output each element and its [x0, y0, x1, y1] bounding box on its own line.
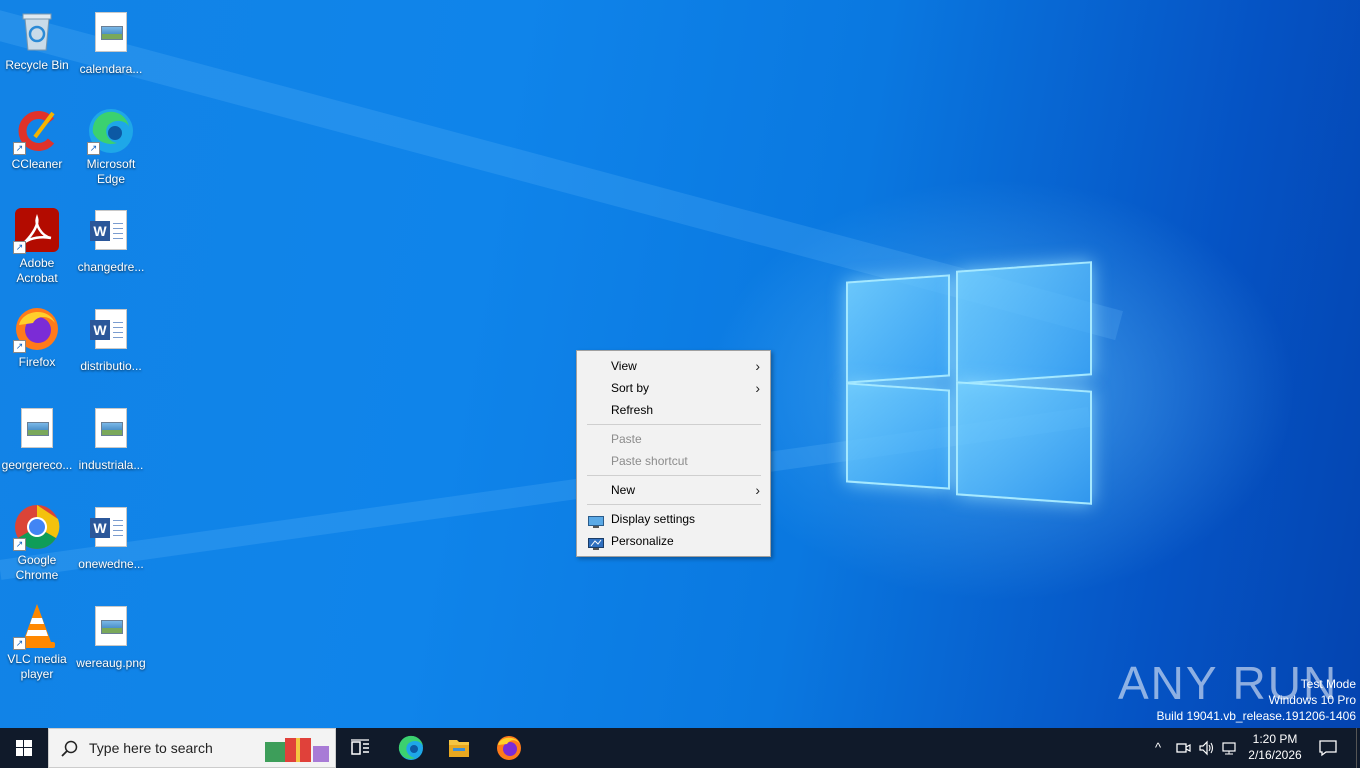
menu-item-label: Personalize [611, 534, 674, 548]
desktop-icon-adobe-acrobat[interactable]: ↗ Adobe Acrobat [0, 206, 74, 286]
desktop-icon-microsoft-edge[interactable]: ↗ Microsoft Edge [74, 107, 148, 187]
menu-item-label: Display settings [611, 512, 696, 526]
firefox-icon: ↗ [13, 305, 61, 353]
desktop-icon-google-chrome[interactable]: ↗ Google Chrome [0, 503, 74, 583]
menu-item-display-settings[interactable]: Display settings [579, 508, 768, 530]
menu-item-label: Paste [611, 432, 642, 446]
desktop-icon-vlc-media-player[interactable]: ↗ VLC media player [0, 602, 74, 682]
test-mode-watermark: Test Mode Windows 10 Pro Build 19041.vb_… [1157, 676, 1357, 724]
desktop-icon-label: VLC media player [7, 652, 67, 681]
clock-date: 2/16/2026 [1248, 748, 1302, 762]
windows-start-icon [16, 740, 32, 756]
menu-item-paste-shortcut[interactable]: Paste shortcut [579, 450, 768, 472]
windows-logo-wallpaper [846, 258, 1096, 513]
desktop-icon-label: Adobe Acrobat [16, 256, 58, 285]
recycle-bin-icon [13, 8, 61, 56]
taskbar: Type here to search ^ 1:20 PM 2/16/2026 [0, 728, 1360, 768]
menu-item-label: View [611, 359, 637, 373]
watermark-line: Test Mode [1300, 677, 1356, 691]
personalize-icon [588, 535, 604, 550]
desktop-icon-firefox[interactable]: ↗ Firefox [0, 305, 74, 370]
chevron-right-icon: › [755, 482, 760, 498]
menu-item-label: Refresh [611, 403, 654, 417]
desktop-icon-label: Google Chrome [15, 553, 59, 582]
taskbar-edge-button[interactable] [387, 728, 435, 768]
network-icon[interactable] [1222, 740, 1238, 756]
menu-item-sort-by[interactable]: Sort by › [579, 377, 768, 399]
desktop-icon-label: CCleaner [11, 157, 63, 171]
edge-icon [398, 735, 423, 760]
menu-item-personalize[interactable]: Personalize [579, 530, 768, 552]
menu-separator [587, 475, 761, 476]
desktop-icon-label: distributio... [80, 359, 142, 373]
chrome-icon: ↗ [13, 503, 61, 551]
desktop-icon-label: industriala... [78, 458, 144, 472]
desktop-icon-georgereco[interactable]: georgereco... [0, 404, 74, 473]
desktop-icon-distributio[interactable]: W distributio... [74, 305, 148, 374]
word-document-icon: W [87, 309, 135, 357]
desktop-icon-onewedne[interactable]: W onewedne... [74, 503, 148, 572]
image-file-icon [13, 408, 61, 456]
watermark-line: Windows 10 Pro [1268, 693, 1356, 707]
desktop-icon-calendara[interactable]: calendara... [74, 8, 148, 77]
action-center-button[interactable] [1318, 739, 1338, 757]
volume-icon[interactable] [1198, 740, 1214, 756]
show-desktop-button[interactable] [1356, 728, 1360, 768]
taskbar-clock[interactable]: 1:20 PM 2/16/2026 [1240, 731, 1310, 763]
chevron-right-icon: › [755, 358, 760, 374]
display-icon [588, 513, 604, 528]
vlc-icon: ↗ [13, 602, 61, 650]
search-placeholder: Type here to search [89, 740, 213, 756]
menu-item-view[interactable]: View › [579, 355, 768, 377]
desktop-icon-industriala[interactable]: industriala... [74, 404, 148, 473]
taskbar-firefox-button[interactable] [485, 728, 533, 768]
task-view-icon [351, 739, 369, 755]
show-hidden-icons-button[interactable]: ^ [1150, 740, 1166, 756]
word-document-icon: W [87, 507, 135, 555]
search-icon [61, 740, 78, 757]
desktop-icon-recycle-bin[interactable]: Recycle Bin [0, 8, 74, 73]
image-file-icon [87, 606, 135, 654]
desktop-icon-label: Firefox [18, 355, 56, 369]
image-file-icon [87, 12, 135, 60]
word-document-icon: W [87, 210, 135, 258]
desktop-icon-label: Microsoft Edge [86, 157, 136, 186]
task-view-button[interactable] [336, 728, 384, 768]
menu-item-label: New [611, 483, 636, 497]
clock-time: 1:20 PM [1252, 732, 1298, 746]
start-button[interactable] [0, 728, 48, 768]
desktop-icon-wereaug[interactable]: wereaug.png [74, 602, 148, 671]
watermark-line: Build 19041.vb_release.191206-1406 [1156, 709, 1357, 723]
taskbar-file-explorer-button[interactable] [435, 728, 483, 768]
desktop-icon-label: onewedne... [78, 557, 144, 571]
desktop-context-menu: View › Sort by › Refresh Paste Paste sho… [576, 350, 771, 557]
acrobat-icon: ↗ [13, 206, 61, 254]
menu-separator [587, 504, 761, 505]
menu-item-label: Sort by [611, 381, 650, 395]
taskbar-search-box[interactable]: Type here to search [48, 728, 336, 768]
meet-now-icon[interactable] [1175, 740, 1191, 756]
image-file-icon [87, 408, 135, 456]
menu-item-new[interactable]: New › [579, 479, 768, 501]
desktop-icon-label: Recycle Bin [5, 58, 69, 72]
desktop-icon-ccleaner[interactable]: ↗ CCleaner [0, 107, 74, 172]
menu-item-paste[interactable]: Paste [579, 428, 768, 450]
menu-item-label: Paste shortcut [611, 454, 688, 468]
menu-separator [587, 424, 761, 425]
menu-item-refresh[interactable]: Refresh [579, 399, 768, 421]
file-explorer-icon [449, 740, 469, 757]
chevron-up-icon: ^ [1154, 740, 1162, 755]
chevron-right-icon: › [755, 380, 760, 396]
desktop-icon-label: changedre... [77, 260, 145, 274]
search-highlight-gifts-icon [265, 738, 329, 762]
ccleaner-icon: ↗ [13, 107, 61, 155]
desktop-icon-label: wereaug.png [76, 656, 146, 670]
desktop[interactable]: Recycle Bin calendara... ↗ CCleaner ↗ Mi… [0, 0, 1360, 728]
notification-icon [1319, 740, 1337, 757]
desktop-icon-label: georgereco... [1, 458, 73, 472]
desktop-icon-label: calendara... [79, 62, 143, 76]
desktop-icon-changedre[interactable]: W changedre... [74, 206, 148, 275]
firefox-icon [497, 736, 521, 760]
edge-icon: ↗ [87, 107, 135, 155]
